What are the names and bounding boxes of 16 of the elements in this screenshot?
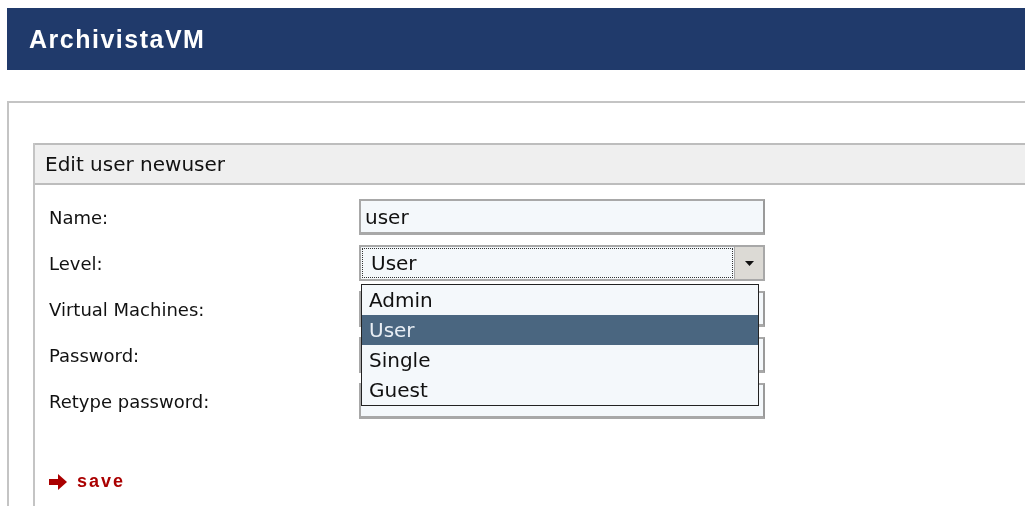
dropdown-option[interactable]: Admin	[362, 285, 758, 315]
panel-title: Edit user newuser	[35, 143, 1025, 185]
dropdown-option[interactable]: Guest	[362, 375, 758, 405]
dropdown-option[interactable]: Single	[362, 345, 758, 375]
field-label: Level:	[49, 252, 104, 274]
field-label: Virtual Machines:	[49, 298, 206, 320]
arrow-icon	[49, 473, 67, 490]
field-label: Name:	[49, 206, 110, 228]
app-title: ArchivistaVM	[29, 24, 206, 54]
field-label: Password:	[49, 344, 141, 366]
field-label: Retype password:	[49, 390, 211, 412]
caret-icon	[744, 260, 754, 266]
text-field[interactable]: user	[359, 199, 765, 235]
save-link[interactable]: save	[49, 471, 126, 492]
level-dropdown[interactable]: User	[359, 245, 765, 281]
dropdown-option[interactable]: User	[362, 315, 758, 345]
